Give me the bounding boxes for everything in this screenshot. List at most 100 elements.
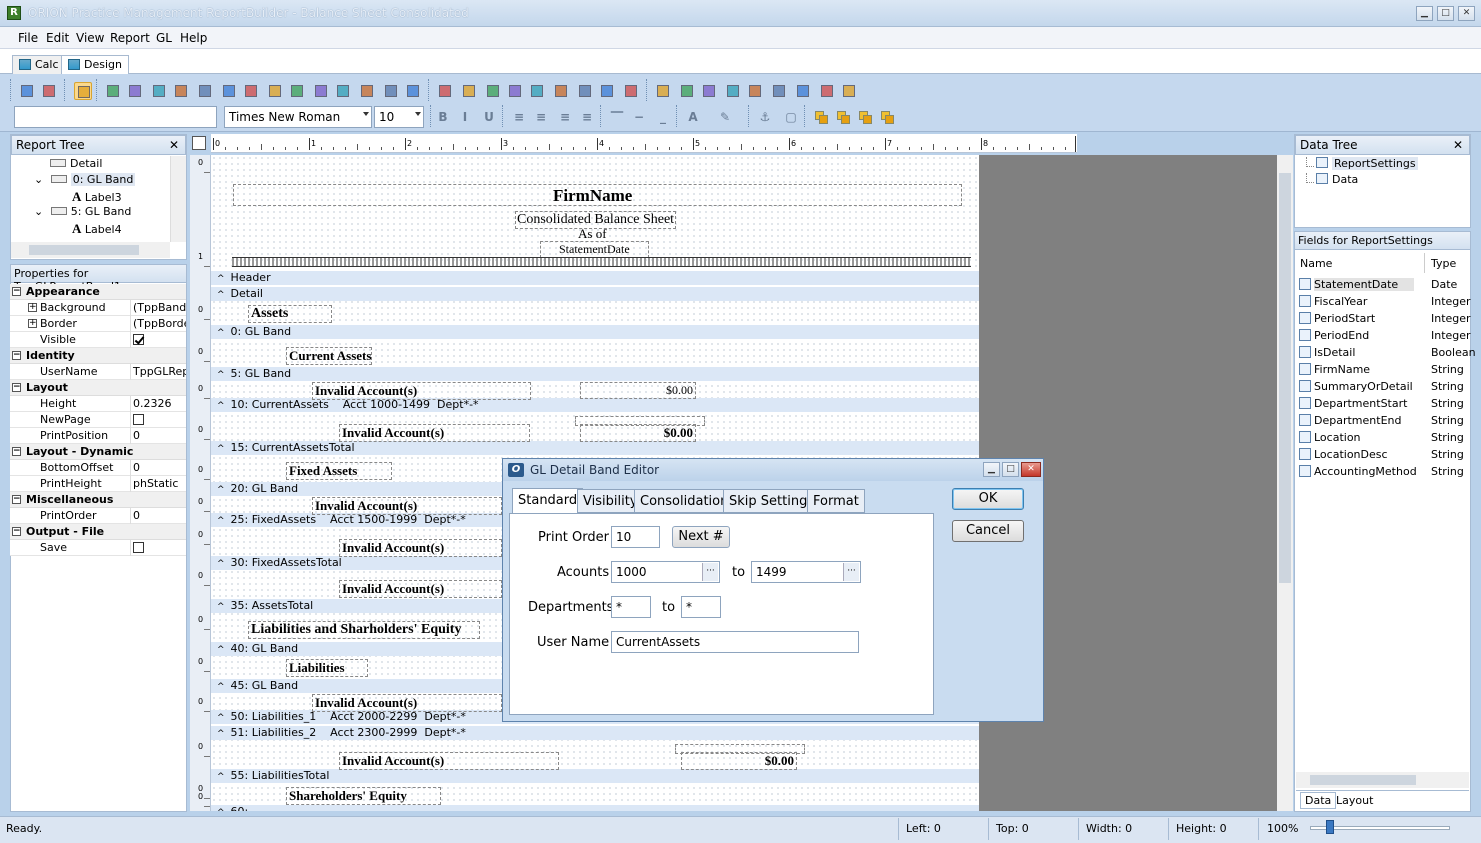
chevron-up-icon[interactable]: ^ xyxy=(217,680,225,694)
dblabel-icon[interactable] xyxy=(436,82,454,100)
subreport-icon[interactable] xyxy=(598,82,616,100)
checkbox[interactable] xyxy=(133,334,144,345)
field-row[interactable]: FirmName String xyxy=(1299,361,1469,378)
dbbarcode-icon[interactable] xyxy=(528,82,546,100)
prop-value[interactable]: phStatic xyxy=(130,476,186,492)
prop-category[interactable]: − Layout - Dynamic xyxy=(10,444,186,460)
chevron-up-icon[interactable]: ^ xyxy=(217,368,225,382)
firm-name-label[interactable]: FirmName xyxy=(553,186,632,206)
prop-value[interactable] xyxy=(130,540,186,556)
minimize-button[interactable]: ▁ xyxy=(1416,6,1433,21)
highlight-icon[interactable]: ✎ xyxy=(716,108,734,126)
collapse-icon[interactable]: − xyxy=(12,447,21,456)
tree-hscroll[interactable] xyxy=(11,242,170,258)
font-color-icon[interactable]: A xyxy=(684,108,702,126)
rich-text-icon[interactable] xyxy=(150,82,168,100)
prop-category[interactable]: − Appearance xyxy=(10,284,186,300)
image-icon[interactable] xyxy=(266,82,284,100)
table-icon[interactable] xyxy=(724,82,742,100)
prop-row[interactable]: UserName TppGLRepo xyxy=(10,364,186,380)
tree-vscroll[interactable] xyxy=(170,156,186,242)
report-band[interactable]: ^ 0: GL Band xyxy=(211,325,979,339)
dbmemo-icon[interactable] xyxy=(460,82,478,100)
field-row[interactable]: IsDetail Boolean xyxy=(1299,344,1476,361)
ellipsis-button[interactable]: ··· xyxy=(843,563,859,581)
menu-view[interactable]: View xyxy=(76,31,104,45)
prop-row[interactable]: BottomOffset 0 xyxy=(10,460,186,476)
prop-category[interactable]: − Identity xyxy=(10,348,186,364)
field-row[interactable]: AccountingMethod String xyxy=(1299,463,1469,480)
region-icon[interactable] xyxy=(622,82,640,100)
signature-icon[interactable] xyxy=(770,82,788,100)
dbchart-icon[interactable] xyxy=(576,82,594,100)
prop-value[interactable]: (TppBorder) xyxy=(130,316,186,332)
collapse-icon[interactable]: − xyxy=(12,287,21,296)
scroll-thumb[interactable] xyxy=(1310,775,1416,785)
header-double-line[interactable] xyxy=(232,257,971,267)
menu-report[interactable]: Report xyxy=(110,31,150,45)
statement-date-label[interactable]: StatementDate xyxy=(540,241,649,258)
shareholders-equity-label[interactable]: Shareholders' Equity xyxy=(286,787,441,805)
prop-value[interactable]: (TppBandBa xyxy=(130,300,186,316)
field-row[interactable]: Location String xyxy=(1299,429,1469,446)
prop-value[interactable]: 0 xyxy=(130,428,186,444)
prop-row[interactable]: PrintPosition 0 xyxy=(10,428,186,444)
dbcheck-icon[interactable] xyxy=(552,82,570,100)
tree-item-label3[interactable]: A Label3 xyxy=(72,189,122,205)
chevron-up-icon[interactable]: ^ xyxy=(217,272,225,286)
prop-row[interactable]: NewPage xyxy=(10,412,186,428)
invalid-account-label[interactable]: Invalid Account(s) xyxy=(339,580,502,598)
component-combo[interactable] xyxy=(14,106,217,128)
menu-file[interactable]: File xyxy=(18,31,38,45)
data-tree-item-reportsettings[interactable]: ReportSettings xyxy=(1306,157,1418,170)
grid-icon[interactable] xyxy=(818,82,836,100)
field-row[interactable]: SummaryOrDetail String xyxy=(1299,378,1469,395)
dialog-close-button[interactable]: ✕ xyxy=(1021,462,1041,477)
tab-consolidation[interactable]: Consolidation xyxy=(634,489,735,513)
amount-label[interactable]: $0.00 xyxy=(580,382,696,399)
dept-to-input[interactable]: * xyxy=(681,596,721,618)
chart-icon[interactable] xyxy=(382,82,400,100)
richtext2-icon[interactable] xyxy=(358,82,376,100)
prop-value[interactable] xyxy=(130,412,186,428)
report-band[interactable]: ^ Header xyxy=(211,271,979,285)
expand-icon[interactable]: + xyxy=(28,319,37,328)
cancel-button[interactable]: Cancel xyxy=(952,520,1024,542)
send-back-icon[interactable] xyxy=(834,108,852,126)
chevron-up-icon[interactable]: ^ xyxy=(217,643,225,657)
total-amount-label[interactable]: $0.00 xyxy=(580,424,696,442)
canvas-vscroll[interactable] xyxy=(1277,155,1293,811)
total-amount-label[interactable]: $0.00 xyxy=(681,752,797,770)
prop-category[interactable]: − Layout xyxy=(10,380,186,396)
invalid-account-label[interactable]: Invalid Account(s) xyxy=(339,539,502,557)
maximize-button[interactable]: □ xyxy=(1437,6,1454,21)
chevron-up-icon[interactable]: ^ xyxy=(217,806,225,811)
anchor-icon[interactable]: ⚓ xyxy=(756,108,774,126)
memo-icon[interactable] xyxy=(126,82,144,100)
prop-value[interactable] xyxy=(130,332,186,348)
select-icon[interactable] xyxy=(74,82,92,100)
tree-item-detail[interactable]: Detail xyxy=(50,157,102,170)
scroll-thumb[interactable] xyxy=(1279,173,1291,583)
as-of-label[interactable]: As of xyxy=(578,226,607,242)
field-row[interactable]: LocationDesc String xyxy=(1299,446,1469,463)
align-middle-icon[interactable]: − xyxy=(630,108,648,126)
account-from-input[interactable]: 1000 ··· xyxy=(611,561,720,583)
ruler-grid-icon[interactable] xyxy=(192,136,206,150)
align-bottom-icon[interactable]: _ xyxy=(654,108,672,126)
assets-label[interactable]: Assets xyxy=(248,305,332,323)
prop-category[interactable]: − Output - File xyxy=(10,524,186,540)
checkbox[interactable] xyxy=(133,542,144,553)
user-name-input[interactable]: CurrentAssets xyxy=(611,631,859,653)
ok-button[interactable]: OK xyxy=(952,488,1024,510)
tab-layout[interactable]: Layout xyxy=(1332,793,1377,808)
invalid-account-label[interactable]: Invalid Account(s) xyxy=(312,382,531,400)
border-icon[interactable]: ▢ xyxy=(782,108,800,126)
fixed-assets-label[interactable]: Fixed Assets xyxy=(286,462,392,480)
data-tree-item-data[interactable]: Data xyxy=(1306,173,1358,186)
chevron-up-icon[interactable]: ^ xyxy=(217,727,225,741)
barcode-icon[interactable] xyxy=(334,82,352,100)
tab-skip-settings[interactable]: Skip Settings xyxy=(723,489,821,513)
tab-calc[interactable]: Calc xyxy=(12,55,66,74)
liabilities-equity-label[interactable]: Liabilities and Sharholders' Equity xyxy=(248,621,480,639)
